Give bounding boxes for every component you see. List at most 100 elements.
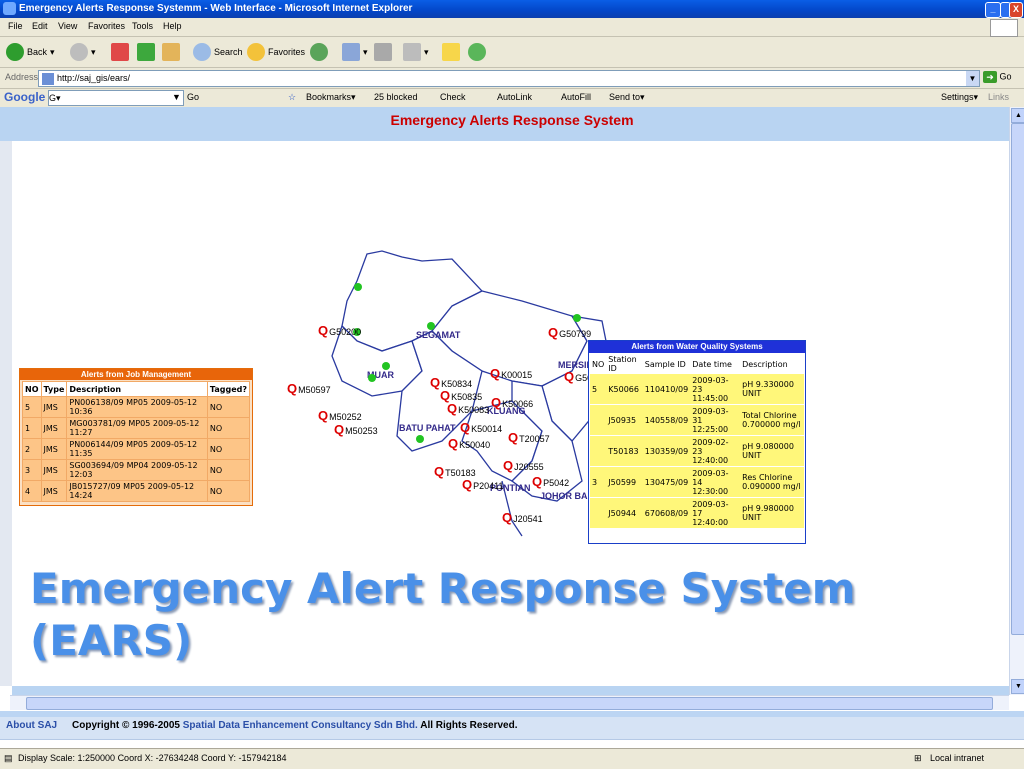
table-row[interactable]: 4 JMS JB015727/09 MP05 2009-05-12 14:24 NO — [22, 480, 251, 502]
menu-edit[interactable]: Edit — [32, 21, 48, 31]
menu-view[interactable]: View — [58, 21, 77, 31]
station-marker[interactable] — [427, 322, 435, 330]
alert-pin[interactable]: QK50066 — [491, 395, 533, 410]
table-row[interactable]: 3 J50599 130475/09 2009-03-14 12:30:00 Res C… — [590, 466, 804, 498]
google-logo[interactable]: Google — [4, 90, 45, 104]
alert-icon: Q — [490, 366, 501, 381]
messenger-icon — [468, 43, 486, 61]
alert-pin[interactable]: QK50014 — [460, 420, 502, 435]
close-button[interactable]: X — [1009, 2, 1023, 18]
status-text: Display Scale: 1:250000 Coord X: -276342… — [18, 753, 287, 763]
stop-button[interactable] — [111, 42, 129, 62]
google-go-button[interactable]: Go — [187, 92, 199, 102]
table-row[interactable]: J50935 140558/09 2009-03-31 12:25:00 Total … — [590, 404, 804, 436]
settings-button[interactable]: Settings▾ — [941, 92, 978, 103]
forward-button[interactable]: ▾ — [70, 42, 96, 62]
alert-pin[interactable]: QP5042 — [532, 474, 569, 489]
popup-blocked-button[interactable]: 25 blocked — [374, 92, 418, 102]
minimize-button[interactable]: _ — [985, 2, 1001, 18]
status-page-icon: ▤ — [4, 753, 13, 763]
address-dropdown[interactable]: ▼ — [966, 71, 979, 86]
history-icon — [310, 43, 328, 61]
mail-button[interactable]: ▾ — [342, 42, 368, 62]
table-row[interactable]: J50944 670608/09 2009-03-17 12:40:00 pH 9.9… — [590, 497, 804, 529]
alert-icon: Q — [447, 401, 458, 416]
back-arrow-icon — [6, 43, 24, 61]
scroll-down-arrow[interactable]: ▼ — [1011, 679, 1024, 694]
google-search-dropdown[interactable]: ▼ — [172, 92, 181, 102]
station-marker[interactable] — [354, 283, 362, 291]
table-row[interactable]: 1 JMS MG003781/09 MP05 2009-05-12 11:27 NO — [22, 417, 251, 439]
water-quality-alerts-panel: Alerts from Water Quality Systems NO Sta… — [588, 340, 806, 544]
vertical-scrollbar[interactable]: ▲ ▼ — [1009, 107, 1024, 695]
wq-alerts-table: NO Station ID Sample ID Date time Descri… — [590, 354, 804, 529]
messenger-button[interactable] — [468, 42, 486, 62]
table-row[interactable]: 5 K50066 110410/09 2009-03-23 11:45:00 pH 9.… — [590, 374, 804, 405]
print-button[interactable] — [374, 42, 392, 62]
left-collapse-strip[interactable] — [0, 141, 12, 686]
links-button[interactable]: Links — [988, 92, 1009, 102]
alert-pin[interactable]: QK00015 — [490, 366, 532, 381]
address-url: http://saj_gis/ears/ — [57, 73, 131, 83]
alert-pin[interactable]: QK50040 — [448, 436, 490, 451]
go-button[interactable]: ➜ Go — [983, 71, 1012, 83]
window-titlebar: Emergency Alerts Response Systemm - Web … — [0, 0, 1024, 18]
print-icon — [374, 43, 392, 61]
table-row[interactable]: 2 JMS PN006144/09 MP05 2009-05-12 11:35 NO — [22, 438, 251, 460]
alert-pin[interactable]: QJ20541 — [502, 510, 543, 525]
hscroll-thumb[interactable] — [26, 697, 993, 710]
col-header: Station ID — [606, 354, 643, 374]
bookmarks-button[interactable]: Bookmarks▾ — [306, 92, 356, 103]
station-marker[interactable] — [382, 362, 390, 370]
history-button[interactable] — [310, 42, 328, 62]
alert-pin[interactable]: QM50597 — [287, 381, 331, 396]
table-row[interactable]: 5 JMS PN006138/09 MP05 2009-05-12 10:36 NO — [22, 396, 251, 418]
alert-icon: Q — [462, 477, 473, 492]
alert-pin[interactable]: QK50083 — [447, 401, 489, 416]
station-marker[interactable] — [416, 435, 424, 443]
alert-pin[interactable]: QG50200 — [318, 323, 361, 338]
home-button[interactable] — [162, 42, 180, 62]
area-label: SEGAMAT — [416, 330, 461, 340]
alert-pin[interactable]: QP20411 — [462, 477, 504, 492]
alert-icon: Q — [564, 369, 575, 384]
table-row[interactable]: 3 JMS SG003694/09 MP04 2009-05-12 12:03 NO — [22, 459, 251, 481]
alert-pin[interactable]: QJ20555 — [503, 458, 544, 473]
wq-panel-title: Alerts from Water Quality Systems — [589, 341, 805, 353]
map-bottom-band — [12, 686, 1009, 695]
scroll-thumb[interactable] — [1011, 123, 1024, 635]
address-input[interactable]: http://saj_gis/ears/ ▼ — [38, 70, 980, 87]
table-row[interactable]: T50183 130359/09 2009-02-23 12:40:00 pH 9.0… — [590, 435, 804, 467]
back-button[interactable]: Back ▾ — [6, 42, 55, 62]
about-saj-link[interactable]: About SAJ — [6, 720, 57, 731]
page-footer: About SAJ Copyright © 1996-2005 Spatial … — [0, 711, 1024, 751]
spellcheck-button[interactable]: Check — [440, 92, 466, 102]
search-button[interactable]: Search — [193, 42, 243, 62]
autofill-button[interactable]: AutoFill — [561, 92, 591, 102]
back-label: Back — [27, 47, 48, 57]
scroll-up-arrow[interactable]: ▲ — [1011, 108, 1024, 123]
menu-help[interactable]: Help — [163, 21, 182, 31]
alert-icon: Q — [448, 436, 459, 451]
alert-icon: Q — [548, 325, 559, 340]
menu-favorites[interactable]: Favorites — [88, 21, 125, 31]
alert-pin[interactable]: QG50799 — [548, 325, 591, 340]
col-header: NO — [590, 354, 607, 374]
edit-button[interactable]: ▾ — [403, 42, 429, 62]
horizontal-scrollbar[interactable] — [10, 695, 1009, 710]
alert-pin[interactable]: QT20057 — [508, 430, 550, 445]
refresh-button[interactable] — [137, 42, 155, 62]
menu-file[interactable]: File — [8, 21, 23, 31]
alert-icon: Q — [460, 420, 471, 435]
bookmarks-star-icon: ☆ — [288, 92, 297, 102]
google-search-input[interactable]: G▾ — [48, 90, 184, 106]
station-marker[interactable] — [368, 374, 376, 382]
menu-tools[interactable]: Tools — [132, 21, 153, 31]
alert-pin[interactable]: QM50252 — [318, 408, 362, 423]
autolink-button[interactable]: AutoLink — [497, 92, 532, 102]
station-marker[interactable] — [573, 314, 581, 322]
favorites-button[interactable]: Favorites — [247, 42, 305, 62]
sendto-button[interactable]: Send to▾ — [609, 92, 645, 103]
alert-pin[interactable]: QM50253 — [334, 422, 378, 437]
discuss-button[interactable] — [442, 42, 460, 62]
